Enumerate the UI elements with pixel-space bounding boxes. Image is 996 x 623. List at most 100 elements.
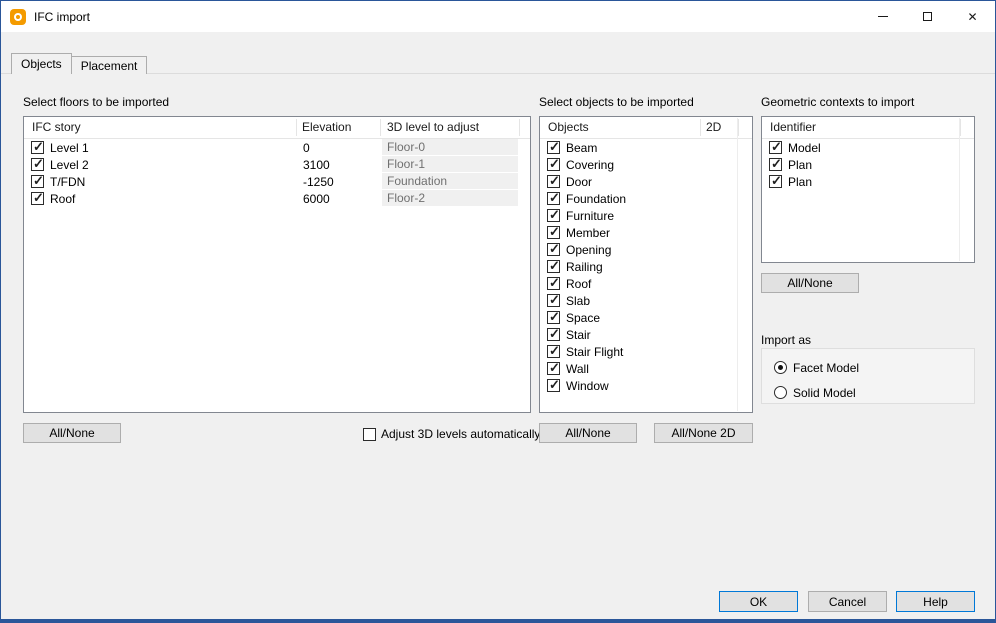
radio-icon[interactable] [774, 361, 787, 374]
import-as-options: Facet Model Solid Model [762, 349, 974, 400]
floor-checkbox[interactable] [31, 175, 44, 188]
floor-story-label: Level 1 [50, 141, 89, 155]
object-checkbox[interactable] [547, 226, 560, 239]
contexts-all-none-button[interactable]: All/None [761, 273, 859, 293]
column-separator [380, 119, 381, 136]
context-checkbox[interactable] [769, 158, 782, 171]
object-label: Space [566, 311, 600, 325]
import-as-option[interactable]: Solid Model [774, 385, 974, 400]
column-header-2d[interactable]: 2D [706, 120, 721, 134]
help-button[interactable]: Help [896, 591, 975, 612]
floor-3d-level-cell: Floor-2 [382, 190, 518, 206]
column-separator [960, 119, 961, 136]
object-label: Furniture [566, 209, 614, 223]
floor-checkbox[interactable] [31, 192, 44, 205]
context-checkbox[interactable] [769, 175, 782, 188]
object-row[interactable]: Beam [540, 139, 752, 156]
floors-section-label: Select floors to be imported [23, 95, 169, 109]
context-label: Plan [788, 158, 812, 172]
object-checkbox[interactable] [547, 209, 560, 222]
column-separator [738, 119, 739, 136]
object-label: Beam [566, 141, 597, 155]
floors-all-none-button[interactable]: All/None [23, 423, 121, 443]
column-header-ifc-story[interactable]: IFC story [32, 120, 81, 134]
floor-row[interactable]: Level 23100Floor-1 [24, 156, 530, 173]
adjust-3d-levels-checkbox[interactable]: Adjust 3D levels automatically [363, 426, 540, 442]
object-row[interactable]: Roof [540, 275, 752, 292]
object-row[interactable]: Window [540, 377, 752, 394]
window-title: IFC import [34, 10, 90, 24]
object-label: Slab [566, 294, 590, 308]
object-row[interactable]: Wall [540, 360, 752, 377]
object-row[interactable]: Space [540, 309, 752, 326]
import-as-option[interactable]: Facet Model [774, 360, 974, 375]
tab-objects[interactable]: Objects [11, 53, 72, 74]
app-icon [10, 9, 26, 25]
object-row[interactable]: Stair [540, 326, 752, 343]
radio-icon[interactable] [774, 386, 787, 399]
checkbox-icon[interactable] [363, 428, 376, 441]
object-row[interactable]: Railing [540, 258, 752, 275]
floor-row[interactable]: Level 10Floor-0 [24, 139, 530, 156]
object-row[interactable]: Covering [540, 156, 752, 173]
object-checkbox[interactable] [547, 294, 560, 307]
object-label: Member [566, 226, 610, 240]
window-controls [860, 1, 995, 32]
object-checkbox[interactable] [547, 158, 560, 171]
tab-placement[interactable]: Placement [71, 56, 148, 74]
object-checkbox[interactable] [547, 243, 560, 256]
contexts-table: Identifier Model PlanPlan [761, 116, 975, 263]
floor-elevation-value: 6000 [303, 192, 330, 206]
object-label: Window [566, 379, 609, 393]
column-separator [700, 119, 701, 136]
object-checkbox[interactable] [547, 345, 560, 358]
column-header-3d-level[interactable]: 3D level to adjust [387, 120, 479, 134]
ok-button[interactable]: OK [719, 591, 798, 612]
column-header-objects[interactable]: Objects [548, 120, 589, 134]
object-checkbox[interactable] [547, 175, 560, 188]
objects-table-header: Objects 2D [540, 117, 752, 139]
column-separator [519, 119, 520, 136]
context-row[interactable]: Model [762, 139, 974, 156]
column-header-identifier[interactable]: Identifier [770, 120, 816, 134]
column-header-elevation[interactable]: Elevation [302, 120, 351, 134]
close-button[interactable] [950, 1, 995, 32]
context-row[interactable]: Plan [762, 156, 974, 173]
minimize-button[interactable] [860, 1, 905, 32]
object-checkbox[interactable] [547, 192, 560, 205]
floor-checkbox[interactable] [31, 141, 44, 154]
import-as-option-label: Solid Model [793, 386, 856, 400]
object-row[interactable]: Opening [540, 241, 752, 258]
objects-all-none-2d-button[interactable]: All/None 2D [654, 423, 753, 443]
objects-all-none-button[interactable]: All/None [539, 423, 637, 443]
import-as-option-label: Facet Model [793, 361, 859, 375]
import-as-group: Facet Model Solid Model [761, 348, 975, 404]
object-checkbox[interactable] [547, 328, 560, 341]
context-checkbox[interactable] [769, 141, 782, 154]
context-row[interactable]: Plan [762, 173, 974, 190]
object-checkbox[interactable] [547, 277, 560, 290]
maximize-button[interactable] [905, 1, 950, 32]
object-checkbox[interactable] [547, 362, 560, 375]
object-row[interactable]: Member [540, 224, 752, 241]
column-separator [296, 119, 297, 136]
floor-elevation-value: 3100 [303, 158, 330, 172]
contexts-section-label: Geometric contexts to import [761, 95, 914, 109]
object-row[interactable]: Stair Flight [540, 343, 752, 360]
object-row[interactable]: Furniture [540, 207, 752, 224]
floor-row[interactable]: Roof6000Floor-2 [24, 190, 530, 207]
object-checkbox[interactable] [547, 379, 560, 392]
object-checkbox[interactable] [547, 311, 560, 324]
floors-table: IFC story Elevation 3D level to adjust L… [23, 116, 531, 413]
floor-checkbox[interactable] [31, 158, 44, 171]
context-label: Model [788, 141, 821, 155]
floor-row[interactable]: T/FDN-1250Foundation [24, 173, 530, 190]
object-row[interactable]: Door [540, 173, 752, 190]
object-checkbox[interactable] [547, 141, 560, 154]
cancel-button[interactable]: Cancel [808, 591, 887, 612]
object-row[interactable]: Foundation [540, 190, 752, 207]
floor-elevation-value: 0 [303, 141, 310, 155]
object-row[interactable]: Slab [540, 292, 752, 309]
object-checkbox[interactable] [547, 260, 560, 273]
floor-elevation-value: -1250 [303, 175, 334, 189]
